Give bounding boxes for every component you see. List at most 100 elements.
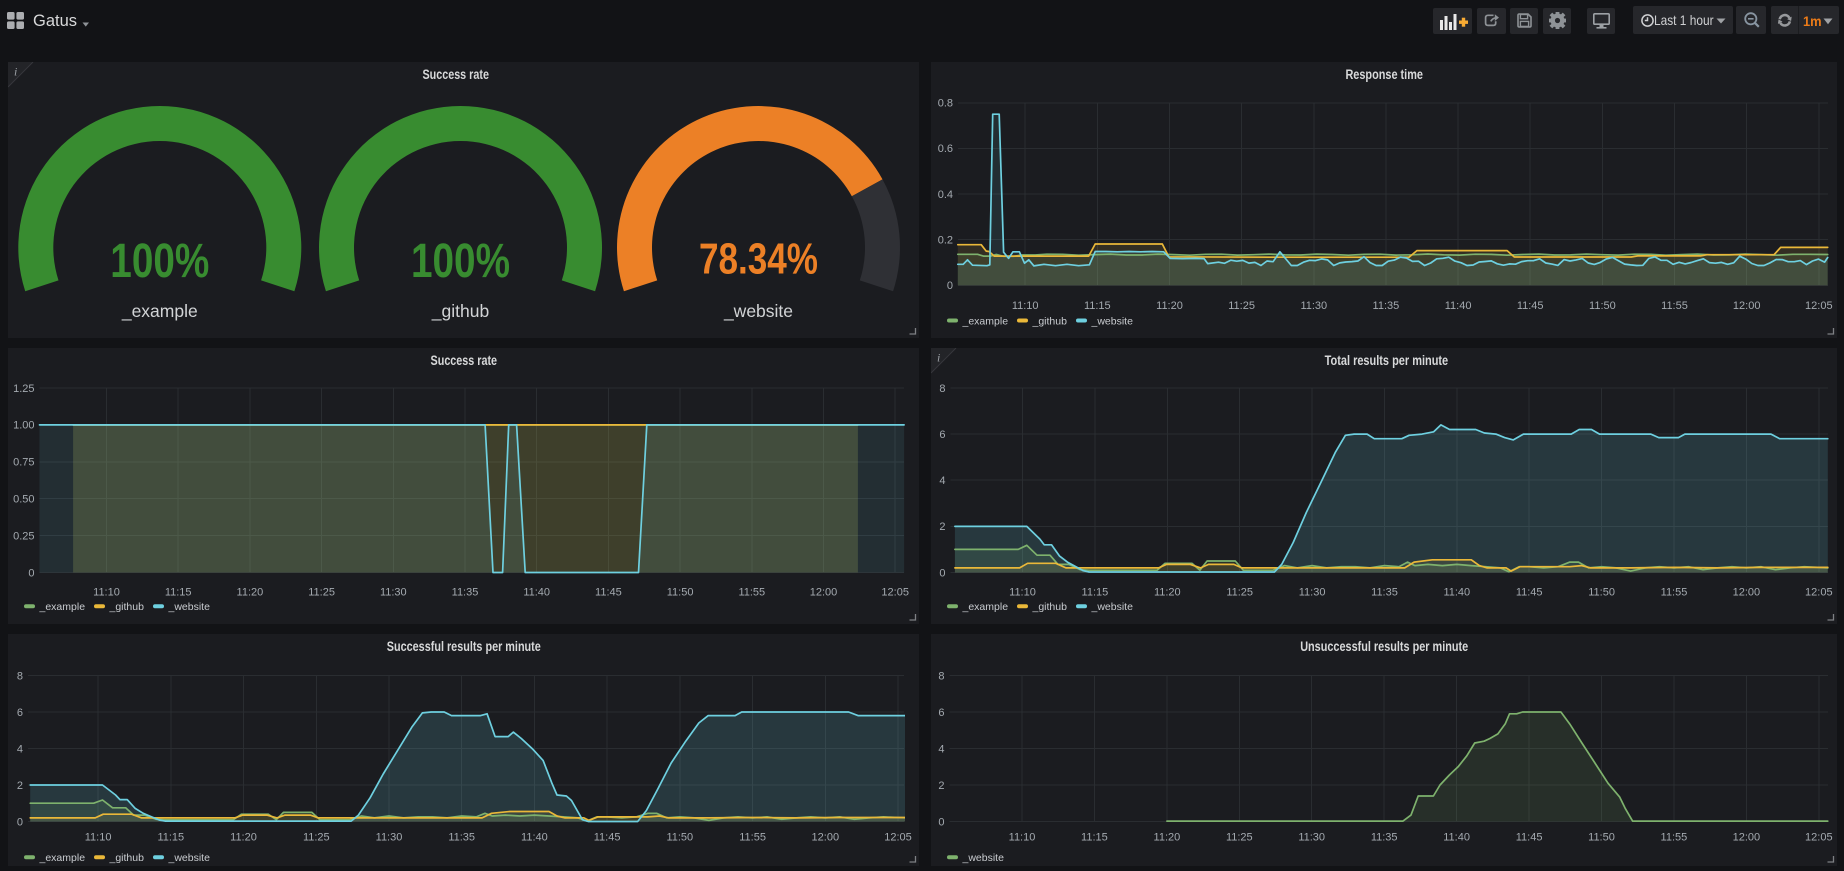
- svg-text:11:40: 11:40: [523, 587, 550, 599]
- svg-text:11:55: 11:55: [1660, 832, 1687, 844]
- svg-text:6: 6: [938, 707, 944, 719]
- svg-text:2: 2: [16, 780, 22, 792]
- svg-text:_example: _example: [961, 315, 1008, 327]
- svg-text:_example: _example: [961, 601, 1008, 613]
- svg-text:_github: _github: [430, 301, 488, 322]
- svg-text:100%: 100%: [411, 235, 510, 288]
- svg-text:0: 0: [946, 280, 952, 292]
- svg-text:0.25: 0.25: [13, 530, 34, 542]
- svg-text:1.25: 1.25: [13, 383, 34, 395]
- svg-text:100%: 100%: [110, 235, 209, 288]
- svg-text:_github: _github: [108, 601, 144, 613]
- svg-text:11:30: 11:30: [1298, 832, 1325, 844]
- svg-text:0.2: 0.2: [937, 235, 952, 247]
- svg-text:i: i: [14, 65, 17, 79]
- svg-text:11:55: 11:55: [738, 587, 765, 599]
- svg-text:12:05: 12:05: [1805, 300, 1833, 312]
- svg-text:_example: _example: [38, 852, 85, 864]
- svg-text:11:40: 11:40: [1443, 587, 1470, 599]
- svg-text:Success rate: Success rate: [422, 67, 489, 82]
- svg-text:0.75: 0.75: [13, 457, 34, 469]
- svg-text:11:45: 11:45: [1515, 587, 1542, 599]
- svg-text:_example: _example: [38, 601, 85, 613]
- svg-text:0.4: 0.4: [937, 189, 952, 201]
- svg-text:11:45: 11:45: [595, 587, 622, 599]
- svg-text:11:20: 11:20: [1153, 587, 1180, 599]
- svg-text:6: 6: [939, 429, 945, 441]
- svg-text:11:30: 11:30: [1300, 300, 1327, 312]
- svg-text:11:25: 11:25: [302, 832, 329, 844]
- svg-text:11:50: 11:50: [1588, 587, 1615, 599]
- svg-text:11:30: 11:30: [379, 587, 406, 599]
- svg-text:12:00: 12:00: [811, 832, 839, 844]
- svg-text:2: 2: [939, 521, 945, 533]
- svg-text:11:55: 11:55: [1661, 300, 1688, 312]
- svg-text:11:20: 11:20: [1153, 832, 1180, 844]
- svg-text:11:35: 11:35: [448, 832, 475, 844]
- svg-text:11:35: 11:35: [451, 587, 478, 599]
- svg-text:11:10: 11:10: [84, 832, 111, 844]
- svg-text:8: 8: [938, 670, 944, 682]
- svg-text:4: 4: [16, 743, 22, 755]
- svg-text:0: 0: [939, 567, 945, 579]
- svg-text:11:15: 11:15: [1081, 832, 1108, 844]
- svg-text:78.34%: 78.34%: [699, 236, 818, 284]
- svg-text:11:55: 11:55: [1660, 587, 1687, 599]
- svg-text:12:00: 12:00: [1732, 832, 1760, 844]
- svg-text:11:50: 11:50: [1589, 300, 1616, 312]
- svg-text:_website: _website: [961, 852, 1004, 864]
- svg-text:12:05: 12:05: [1805, 587, 1833, 599]
- svg-text:11:45: 11:45: [593, 832, 620, 844]
- svg-text:_website: _website: [167, 601, 210, 613]
- svg-text:_website: _website: [167, 852, 210, 864]
- svg-text:11:25: 11:25: [308, 587, 335, 599]
- svg-text:Success rate: Success rate: [430, 353, 497, 368]
- svg-text:11:15: 11:15: [157, 832, 184, 844]
- svg-text:11:35: 11:35: [1371, 587, 1398, 599]
- svg-text:11:35: 11:35: [1370, 832, 1397, 844]
- svg-text:_example: _example: [120, 301, 197, 322]
- svg-text:11:10: 11:10: [1009, 587, 1036, 599]
- svg-text:11:10: 11:10: [93, 587, 120, 599]
- svg-text:12:05: 12:05: [884, 832, 912, 844]
- svg-text:0.8: 0.8: [937, 98, 952, 110]
- svg-text:11:25: 11:25: [1226, 587, 1253, 599]
- svg-text:_github: _github: [108, 852, 144, 864]
- svg-text:11:40: 11:40: [1443, 832, 1470, 844]
- svg-text:1.00: 1.00: [13, 420, 34, 432]
- svg-text:11:15: 11:15: [164, 587, 191, 599]
- svg-text:_website: _website: [1090, 315, 1133, 327]
- svg-text:Unsuccessful results per minut: Unsuccessful results per minute: [1300, 639, 1468, 654]
- svg-text:_github: _github: [1031, 601, 1067, 613]
- svg-text:11:50: 11:50: [666, 587, 693, 599]
- svg-text:8: 8: [16, 670, 22, 682]
- svg-text:11:15: 11:15: [1083, 300, 1110, 312]
- svg-text:11:25: 11:25: [1225, 832, 1252, 844]
- svg-text:0: 0: [28, 567, 34, 579]
- svg-text:11:30: 11:30: [375, 832, 402, 844]
- svg-text:11:40: 11:40: [1444, 300, 1471, 312]
- svg-text:8: 8: [939, 383, 945, 395]
- svg-text:11:35: 11:35: [1372, 300, 1399, 312]
- svg-text:_website: _website: [1090, 601, 1133, 613]
- svg-text:11:15: 11:15: [1081, 587, 1108, 599]
- svg-text:11:55: 11:55: [739, 832, 766, 844]
- svg-text:_website: _website: [722, 301, 792, 322]
- svg-text:_github: _github: [1031, 315, 1067, 327]
- svg-text:Successful results per minute: Successful results per minute: [386, 639, 540, 654]
- svg-text:6: 6: [16, 707, 22, 719]
- svg-text:12:05: 12:05: [1805, 832, 1833, 844]
- svg-text:Total results per minute: Total results per minute: [1324, 353, 1448, 368]
- svg-text:11:20: 11:20: [1156, 300, 1183, 312]
- svg-text:11:40: 11:40: [521, 832, 548, 844]
- svg-text:0: 0: [938, 816, 944, 828]
- svg-text:11:20: 11:20: [236, 587, 263, 599]
- svg-text:12:00: 12:00: [809, 587, 837, 599]
- svg-text:0: 0: [16, 816, 22, 828]
- svg-text:11:50: 11:50: [666, 832, 693, 844]
- svg-text:11:25: 11:25: [1228, 300, 1255, 312]
- svg-text:11:45: 11:45: [1516, 300, 1543, 312]
- svg-text:11:10: 11:10: [1008, 832, 1035, 844]
- svg-text:2: 2: [938, 780, 944, 792]
- svg-text:12:00: 12:00: [1732, 587, 1760, 599]
